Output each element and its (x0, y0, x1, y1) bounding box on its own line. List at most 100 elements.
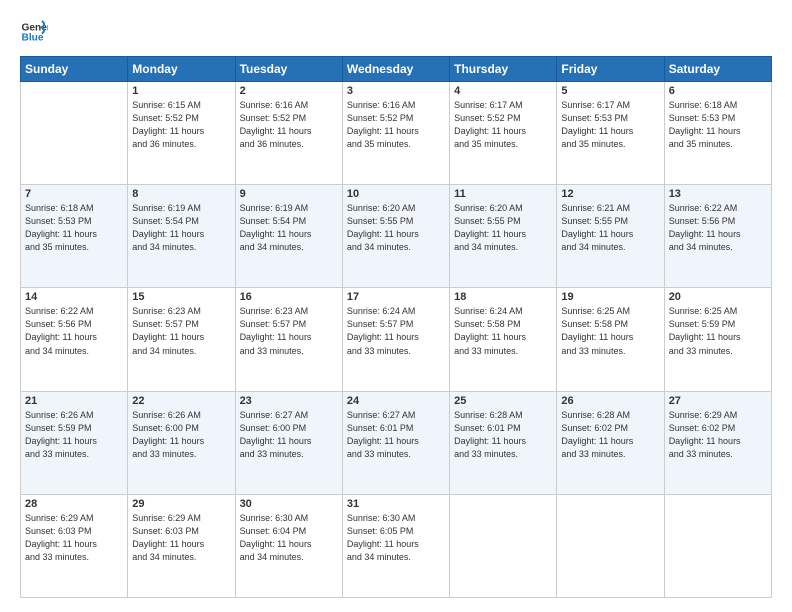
day-info: Sunrise: 6:18 AM Sunset: 5:53 PM Dayligh… (669, 99, 767, 151)
calendar-cell: 26 Sunrise: 6:28 AM Sunset: 6:02 PM Dayli… (557, 391, 664, 494)
calendar-cell (450, 494, 557, 597)
day-number: 17 (347, 291, 445, 303)
calendar-cell: 24 Sunrise: 6:27 AM Sunset: 6:01 PM Dayli… (342, 391, 449, 494)
calendar-cell: 21 Sunrise: 6:26 AM Sunset: 5:59 PM Dayli… (21, 391, 128, 494)
day-number: 13 (669, 188, 767, 200)
day-number: 1 (132, 85, 230, 97)
day-info: Sunrise: 6:20 AM Sunset: 5:55 PM Dayligh… (347, 202, 445, 254)
day-number: 15 (132, 291, 230, 303)
weekday-header-monday: Monday (128, 57, 235, 82)
day-number: 31 (347, 498, 445, 510)
day-info: Sunrise: 6:26 AM Sunset: 5:59 PM Dayligh… (25, 409, 123, 461)
header: General Blue (20, 18, 772, 46)
day-info: Sunrise: 6:28 AM Sunset: 6:02 PM Dayligh… (561, 409, 659, 461)
calendar-cell: 25 Sunrise: 6:28 AM Sunset: 6:01 PM Dayli… (450, 391, 557, 494)
day-number: 21 (25, 395, 123, 407)
logo-icon: General Blue (20, 18, 48, 46)
calendar-cell: 6Sunrise: 6:18 AM Sunset: 5:53 PM Daylig… (664, 82, 771, 185)
calendar-cell: 10 Sunrise: 6:20 AM Sunset: 5:55 PM Dayli… (342, 185, 449, 288)
calendar-cell (557, 494, 664, 597)
calendar-cell: 13 Sunrise: 6:22 AM Sunset: 5:56 PM Dayli… (664, 185, 771, 288)
day-number: 20 (669, 291, 767, 303)
day-number: 29 (132, 498, 230, 510)
day-info: Sunrise: 6:18 AM Sunset: 5:53 PM Dayligh… (25, 202, 123, 254)
calendar-cell: 23Sunrise: 6:27 AM Sunset: 6:00 PM Dayli… (235, 391, 342, 494)
day-number: 23 (240, 395, 338, 407)
calendar-cell: 29 Sunrise: 6:29 AM Sunset: 6:03 PM Dayli… (128, 494, 235, 597)
day-number: 25 (454, 395, 552, 407)
day-info: Sunrise: 6:24 AM Sunset: 5:58 PM Dayligh… (454, 305, 552, 357)
day-number: 26 (561, 395, 659, 407)
calendar-cell: 4Sunrise: 6:17 AM Sunset: 5:52 PM Daylig… (450, 82, 557, 185)
day-info: Sunrise: 6:29 AM Sunset: 6:03 PM Dayligh… (25, 512, 123, 564)
day-info: Sunrise: 6:24 AM Sunset: 5:57 PM Dayligh… (347, 305, 445, 357)
calendar-cell: 2 Sunrise: 6:16 AM Sunset: 5:52 PM Daylig… (235, 82, 342, 185)
day-info: Sunrise: 6:19 AM Sunset: 5:54 PM Dayligh… (132, 202, 230, 254)
calendar-cell (664, 494, 771, 597)
weekday-header-sunday: Sunday (21, 57, 128, 82)
day-number: 19 (561, 291, 659, 303)
weekday-header-wednesday: Wednesday (342, 57, 449, 82)
day-number: 14 (25, 291, 123, 303)
day-info: Sunrise: 6:16 AM Sunset: 5:52 PM Dayligh… (347, 99, 445, 151)
day-info: Sunrise: 6:28 AM Sunset: 6:01 PM Dayligh… (454, 409, 552, 461)
calendar-cell: 5Sunrise: 6:17 AM Sunset: 5:53 PM Daylig… (557, 82, 664, 185)
day-info: Sunrise: 6:22 AM Sunset: 5:56 PM Dayligh… (25, 305, 123, 357)
calendar-cell: 3 Sunrise: 6:16 AM Sunset: 5:52 PM Daylig… (342, 82, 449, 185)
calendar-table: SundayMondayTuesdayWednesdayThursdayFrid… (20, 56, 772, 598)
day-info: Sunrise: 6:16 AM Sunset: 5:52 PM Dayligh… (240, 99, 338, 151)
day-info: Sunrise: 6:17 AM Sunset: 5:52 PM Dayligh… (454, 99, 552, 151)
calendar-cell: 19 Sunrise: 6:25 AM Sunset: 5:58 PM Dayli… (557, 288, 664, 391)
week-row-1: 7Sunrise: 6:18 AM Sunset: 5:53 PM Daylig… (21, 185, 772, 288)
day-info: Sunrise: 6:29 AM Sunset: 6:02 PM Dayligh… (669, 409, 767, 461)
calendar-cell: 8 Sunrise: 6:19 AM Sunset: 5:54 PM Daylig… (128, 185, 235, 288)
day-info: Sunrise: 6:30 AM Sunset: 6:04 PM Dayligh… (240, 512, 338, 564)
day-info: Sunrise: 6:25 AM Sunset: 5:58 PM Dayligh… (561, 305, 659, 357)
calendar-cell: 18 Sunrise: 6:24 AM Sunset: 5:58 PM Dayli… (450, 288, 557, 391)
day-number: 28 (25, 498, 123, 510)
day-info: Sunrise: 6:25 AM Sunset: 5:59 PM Dayligh… (669, 305, 767, 357)
day-info: Sunrise: 6:29 AM Sunset: 6:03 PM Dayligh… (132, 512, 230, 564)
calendar-cell: 17 Sunrise: 6:24 AM Sunset: 5:57 PM Dayli… (342, 288, 449, 391)
day-info: Sunrise: 6:27 AM Sunset: 6:01 PM Dayligh… (347, 409, 445, 461)
day-number: 16 (240, 291, 338, 303)
week-row-0: 1 Sunrise: 6:15 AM Sunset: 5:52 PM Daylig… (21, 82, 772, 185)
day-info: Sunrise: 6:20 AM Sunset: 5:55 PM Dayligh… (454, 202, 552, 254)
weekday-header-friday: Friday (557, 57, 664, 82)
day-info: Sunrise: 6:30 AM Sunset: 6:05 PM Dayligh… (347, 512, 445, 564)
day-number: 5 (561, 85, 659, 97)
calendar-cell: 9Sunrise: 6:19 AM Sunset: 5:54 PM Daylig… (235, 185, 342, 288)
calendar-cell: 1 Sunrise: 6:15 AM Sunset: 5:52 PM Daylig… (128, 82, 235, 185)
calendar-cell: 12 Sunrise: 6:21 AM Sunset: 5:55 PM Dayli… (557, 185, 664, 288)
day-number: 2 (240, 85, 338, 97)
calendar-cell: 16Sunrise: 6:23 AM Sunset: 5:57 PM Dayli… (235, 288, 342, 391)
day-info: Sunrise: 6:15 AM Sunset: 5:52 PM Dayligh… (132, 99, 230, 151)
day-number: 11 (454, 188, 552, 200)
day-number: 10 (347, 188, 445, 200)
day-number: 12 (561, 188, 659, 200)
calendar-cell: 31 Sunrise: 6:30 AM Sunset: 6:05 PM Dayli… (342, 494, 449, 597)
day-number: 24 (347, 395, 445, 407)
week-row-2: 14 Sunrise: 6:22 AM Sunset: 5:56 PM Dayli… (21, 288, 772, 391)
page: General Blue SundayMondayTuesdayWednesda… (0, 0, 792, 612)
day-info: Sunrise: 6:23 AM Sunset: 5:57 PM Dayligh… (132, 305, 230, 357)
day-number: 3 (347, 85, 445, 97)
day-number: 18 (454, 291, 552, 303)
calendar-cell: 15 Sunrise: 6:23 AM Sunset: 5:57 PM Dayli… (128, 288, 235, 391)
calendar-cell: 11 Sunrise: 6:20 AM Sunset: 5:55 PM Dayli… (450, 185, 557, 288)
calendar-cell (21, 82, 128, 185)
calendar-cell: 7Sunrise: 6:18 AM Sunset: 5:53 PM Daylig… (21, 185, 128, 288)
day-number: 30 (240, 498, 338, 510)
week-row-3: 21 Sunrise: 6:26 AM Sunset: 5:59 PM Dayli… (21, 391, 772, 494)
weekday-header-tuesday: Tuesday (235, 57, 342, 82)
weekday-header-thursday: Thursday (450, 57, 557, 82)
calendar-cell: 28 Sunrise: 6:29 AM Sunset: 6:03 PM Dayli… (21, 494, 128, 597)
day-number: 22 (132, 395, 230, 407)
week-row-4: 28 Sunrise: 6:29 AM Sunset: 6:03 PM Dayli… (21, 494, 772, 597)
calendar-cell: 20 Sunrise: 6:25 AM Sunset: 5:59 PM Dayli… (664, 288, 771, 391)
day-info: Sunrise: 6:22 AM Sunset: 5:56 PM Dayligh… (669, 202, 767, 254)
day-number: 8 (132, 188, 230, 200)
day-info: Sunrise: 6:21 AM Sunset: 5:55 PM Dayligh… (561, 202, 659, 254)
day-info: Sunrise: 6:26 AM Sunset: 6:00 PM Dayligh… (132, 409, 230, 461)
weekday-header-saturday: Saturday (664, 57, 771, 82)
